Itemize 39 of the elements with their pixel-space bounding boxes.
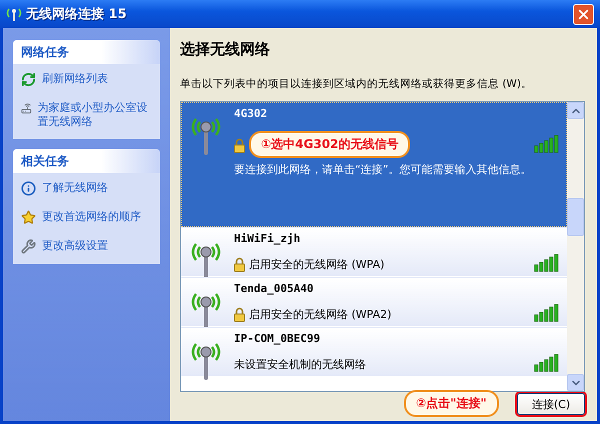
- star-icon: [21, 210, 36, 225]
- network-item[interactable]: HiWiFi_zjh 启用安全的无线网络 (WPA): [181, 227, 567, 277]
- panel-title: 相关任务: [13, 149, 160, 173]
- security-status: 未设置安全机制的无线网络: [234, 357, 367, 372]
- scroll-up-button[interactable]: [567, 102, 584, 119]
- signal-strength-icon: [534, 254, 560, 272]
- task-link[interactable]: 刷新网络列表: [21, 72, 154, 87]
- connect-hint: 要连接到此网络，请单击“连接”。您可能需要输入其他信息。: [234, 162, 532, 177]
- connect-button[interactable]: 连接(C): [517, 393, 585, 415]
- scroll-down-button[interactable]: [567, 374, 584, 391]
- network-item[interactable]: Tenda_005A40 启用安全的无线网络 (WPA2): [181, 277, 567, 327]
- network-name: IP-COM_0BEC99: [234, 332, 322, 347]
- security-status: 启用安全的无线网络 (WPA): [249, 257, 386, 272]
- close-button[interactable]: [573, 4, 594, 24]
- network-name: 4G302: [234, 107, 268, 122]
- signal-strength-icon: [534, 304, 560, 322]
- info-icon: [21, 181, 36, 196]
- signal-strength-icon: [534, 135, 560, 153]
- router-icon: [21, 101, 32, 116]
- security-status: 启用安全的无线网络 (WPA2): [249, 307, 392, 322]
- network-item[interactable]: IP-COM_0BEC99 未设置安全机制的无线网络: [181, 327, 567, 377]
- wireless-icon: [6, 7, 22, 21]
- task-link[interactable]: 更改首选网络的顺序: [21, 210, 154, 225]
- signal-strength-icon: [534, 354, 560, 372]
- window-title: 无线网络连接 15: [26, 6, 128, 23]
- wrench-icon: [21, 239, 36, 254]
- task-link[interactable]: 为家庭或小型办公室设置无线网络: [21, 101, 154, 129]
- task-link[interactable]: 更改高级设置: [21, 239, 154, 254]
- network-name: Tenda_005A40: [234, 282, 314, 297]
- annotation-callout: ②点击"连接": [404, 390, 499, 417]
- page-heading: 选择无线网络: [180, 40, 271, 59]
- panel-title: 网络任务: [13, 40, 160, 64]
- annotation-callout: ①选中4G302的无线信号: [249, 131, 410, 158]
- task-link[interactable]: 了解无线网络: [21, 181, 154, 196]
- refresh-icon: [21, 72, 36, 87]
- scrollbar[interactable]: [567, 102, 584, 391]
- instruction-text: 单击以下列表中的项目以连接到区域内的无线网络或获得更多信息 (W)。: [180, 77, 533, 91]
- network-name: HiWiFi_zjh: [234, 232, 302, 247]
- scroll-thumb[interactable]: [567, 198, 584, 236]
